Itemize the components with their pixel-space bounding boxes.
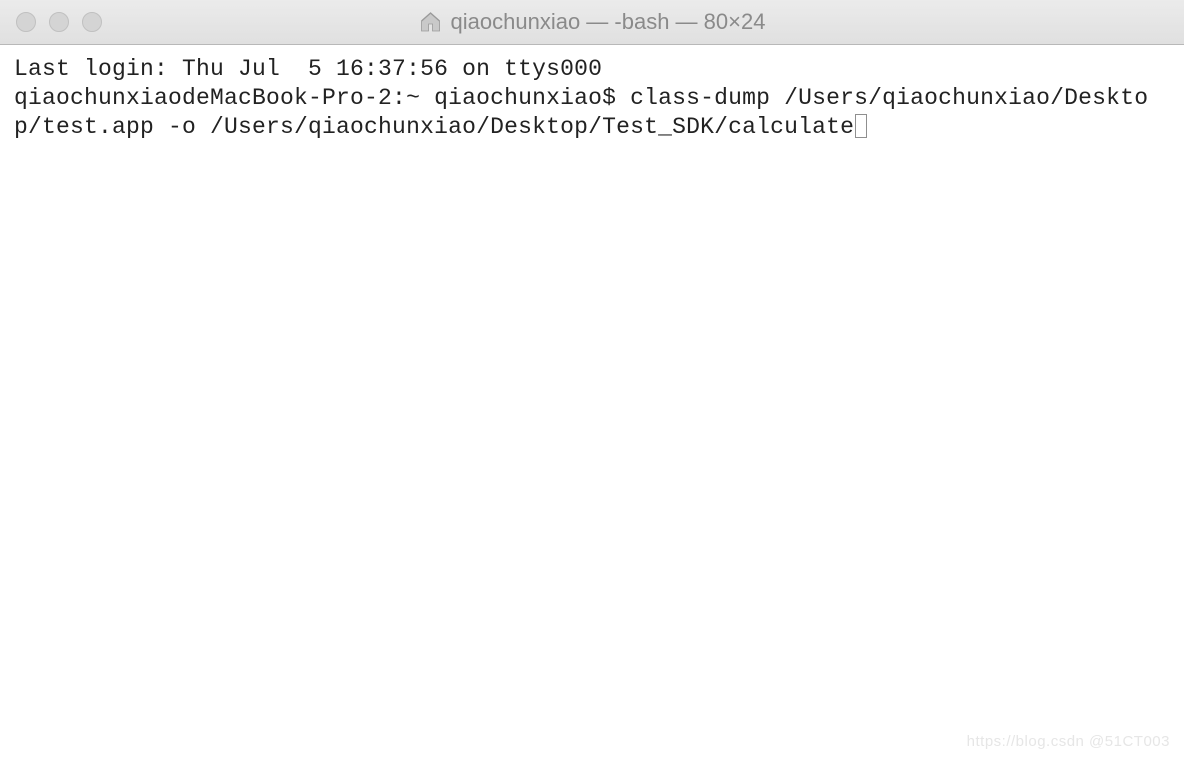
window-title-area: qiaochunxiao — -bash — 80×24 xyxy=(419,9,766,35)
watermark: https://blog.csdn @51CT003 xyxy=(967,733,1170,750)
titlebar[interactable]: qiaochunxiao — -bash — 80×24 xyxy=(0,0,1184,45)
maximize-button[interactable] xyxy=(82,12,102,32)
prompt: qiaochunxiaodeMacBook-Pro-2:~ qiaochunxi… xyxy=(14,85,630,111)
last-login-line: Last login: Thu Jul 5 16:37:56 on ttys00… xyxy=(14,55,1170,84)
traffic-lights xyxy=(16,12,102,32)
terminal-window: qiaochunxiao — -bash — 80×24 Last login:… xyxy=(0,0,1184,760)
minimize-button[interactable] xyxy=(49,12,69,32)
cursor xyxy=(855,114,867,138)
close-button[interactable] xyxy=(16,12,36,32)
window-title: qiaochunxiao — -bash — 80×24 xyxy=(451,9,766,35)
home-icon xyxy=(419,10,443,34)
terminal-body[interactable]: Last login: Thu Jul 5 16:37:56 on ttys00… xyxy=(0,45,1184,760)
